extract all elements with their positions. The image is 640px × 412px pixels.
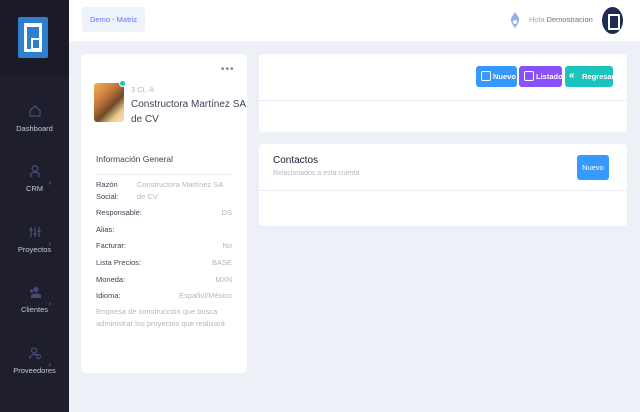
account-profile-card: ••• 3 CL-A Constructora Martínez SA de C… bbox=[81, 54, 247, 373]
actions-card: Nuevo Listado « Regresar bbox=[259, 54, 627, 132]
brand-logo[interactable] bbox=[18, 17, 48, 58]
new-contact-button[interactable]: Nuevo bbox=[577, 155, 609, 180]
field-razon-social: Razón Social: Constructora Martínez SA d… bbox=[96, 179, 232, 203]
sidebar-item-clientes[interactable]: Clientes › bbox=[0, 285, 69, 314]
chevron-right-icon: › bbox=[48, 360, 51, 369]
back-button-label: Regresar bbox=[582, 72, 615, 81]
chevron-right-icon: › bbox=[48, 239, 51, 248]
sliders-icon bbox=[28, 225, 42, 239]
chevron-right-icon: › bbox=[48, 178, 51, 187]
chevron-right-icon: › bbox=[48, 299, 51, 308]
field-label: Idioma: bbox=[96, 291, 121, 300]
greeting-text: Hola bbox=[529, 15, 545, 24]
divider bbox=[259, 100, 627, 101]
sidebar-item-label: Clientes bbox=[20, 305, 49, 314]
account-description: Empresa de construcción que busca admini… bbox=[96, 307, 225, 328]
users-icon bbox=[28, 285, 42, 299]
sidebar-item-dashboard[interactable]: Dashboard bbox=[0, 104, 69, 133]
user-avatar[interactable] bbox=[602, 7, 623, 34]
sidebar-item-proveedores[interactable]: Proveedores › bbox=[0, 346, 69, 375]
logo-area[interactable] bbox=[0, 0, 69, 76]
user-icon bbox=[28, 164, 42, 178]
field-value: BASE bbox=[211, 258, 232, 267]
field-label: Responsable: bbox=[96, 208, 142, 217]
user-greeting[interactable]: Hola Demostracion bbox=[529, 15, 593, 24]
sidebar-item-label: Dashboard bbox=[16, 124, 53, 133]
more-options-icon[interactable]: ••• bbox=[221, 64, 235, 75]
sidebar-item-crm[interactable]: CRM › bbox=[0, 164, 69, 193]
company-selector-button[interactable]: Demo - Matriz bbox=[82, 7, 146, 32]
field-label: Facturar: bbox=[96, 241, 127, 250]
notification-icon[interactable] bbox=[509, 11, 521, 29]
field-value: Constructora Martínez SA de CV bbox=[137, 180, 223, 201]
divider bbox=[259, 190, 627, 191]
account-code: 3 CL-A bbox=[131, 85, 155, 94]
info-section-title: Información General bbox=[96, 154, 174, 164]
field-value: DS bbox=[221, 208, 232, 217]
field-value: MXN bbox=[215, 275, 232, 284]
topbar: Demo - Matriz Hola Demostracion bbox=[69, 0, 640, 41]
sidebar: Dashboard CRM › Proyectos › Clientes › P… bbox=[0, 0, 69, 412]
list-button-label: Listado bbox=[536, 72, 563, 81]
field-label: Lista Precios: bbox=[96, 258, 142, 267]
sidebar-item-proyectos[interactable]: Proyectos › bbox=[0, 225, 69, 254]
field-value: No bbox=[222, 241, 232, 250]
contacts-subtitle: Relacionados a esta cuenta bbox=[273, 170, 360, 177]
field-value: Español/México bbox=[179, 291, 232, 300]
double-chevron-left-icon: « bbox=[569, 70, 575, 81]
home-icon bbox=[28, 104, 42, 118]
divider bbox=[96, 174, 232, 175]
plus-icon bbox=[481, 71, 491, 81]
sidebar-item-label: CRM bbox=[25, 184, 44, 193]
company-avatar bbox=[94, 83, 124, 122]
user-gear-icon bbox=[28, 346, 42, 360]
status-indicator bbox=[119, 80, 126, 87]
list-icon bbox=[524, 71, 534, 81]
sidebar-item-label: Proyectos bbox=[17, 245, 52, 254]
username-text: Demostracion bbox=[546, 15, 593, 24]
new-button-label: Nuevo bbox=[493, 72, 516, 81]
back-button[interactable]: « Regresar bbox=[565, 66, 615, 87]
field-label: Razón Social: bbox=[96, 180, 119, 201]
field-label: Alias: bbox=[96, 225, 115, 234]
list-button[interactable]: Listado bbox=[519, 66, 563, 87]
contacts-title: Contactos bbox=[273, 155, 319, 166]
field-label: Moneda: bbox=[96, 275, 126, 284]
contacts-card: Contactos Relacionados a esta cuenta Nue… bbox=[259, 144, 627, 226]
company-name: Constructora Martínez SA de CV bbox=[131, 99, 246, 125]
new-button[interactable]: Nuevo bbox=[476, 66, 517, 87]
